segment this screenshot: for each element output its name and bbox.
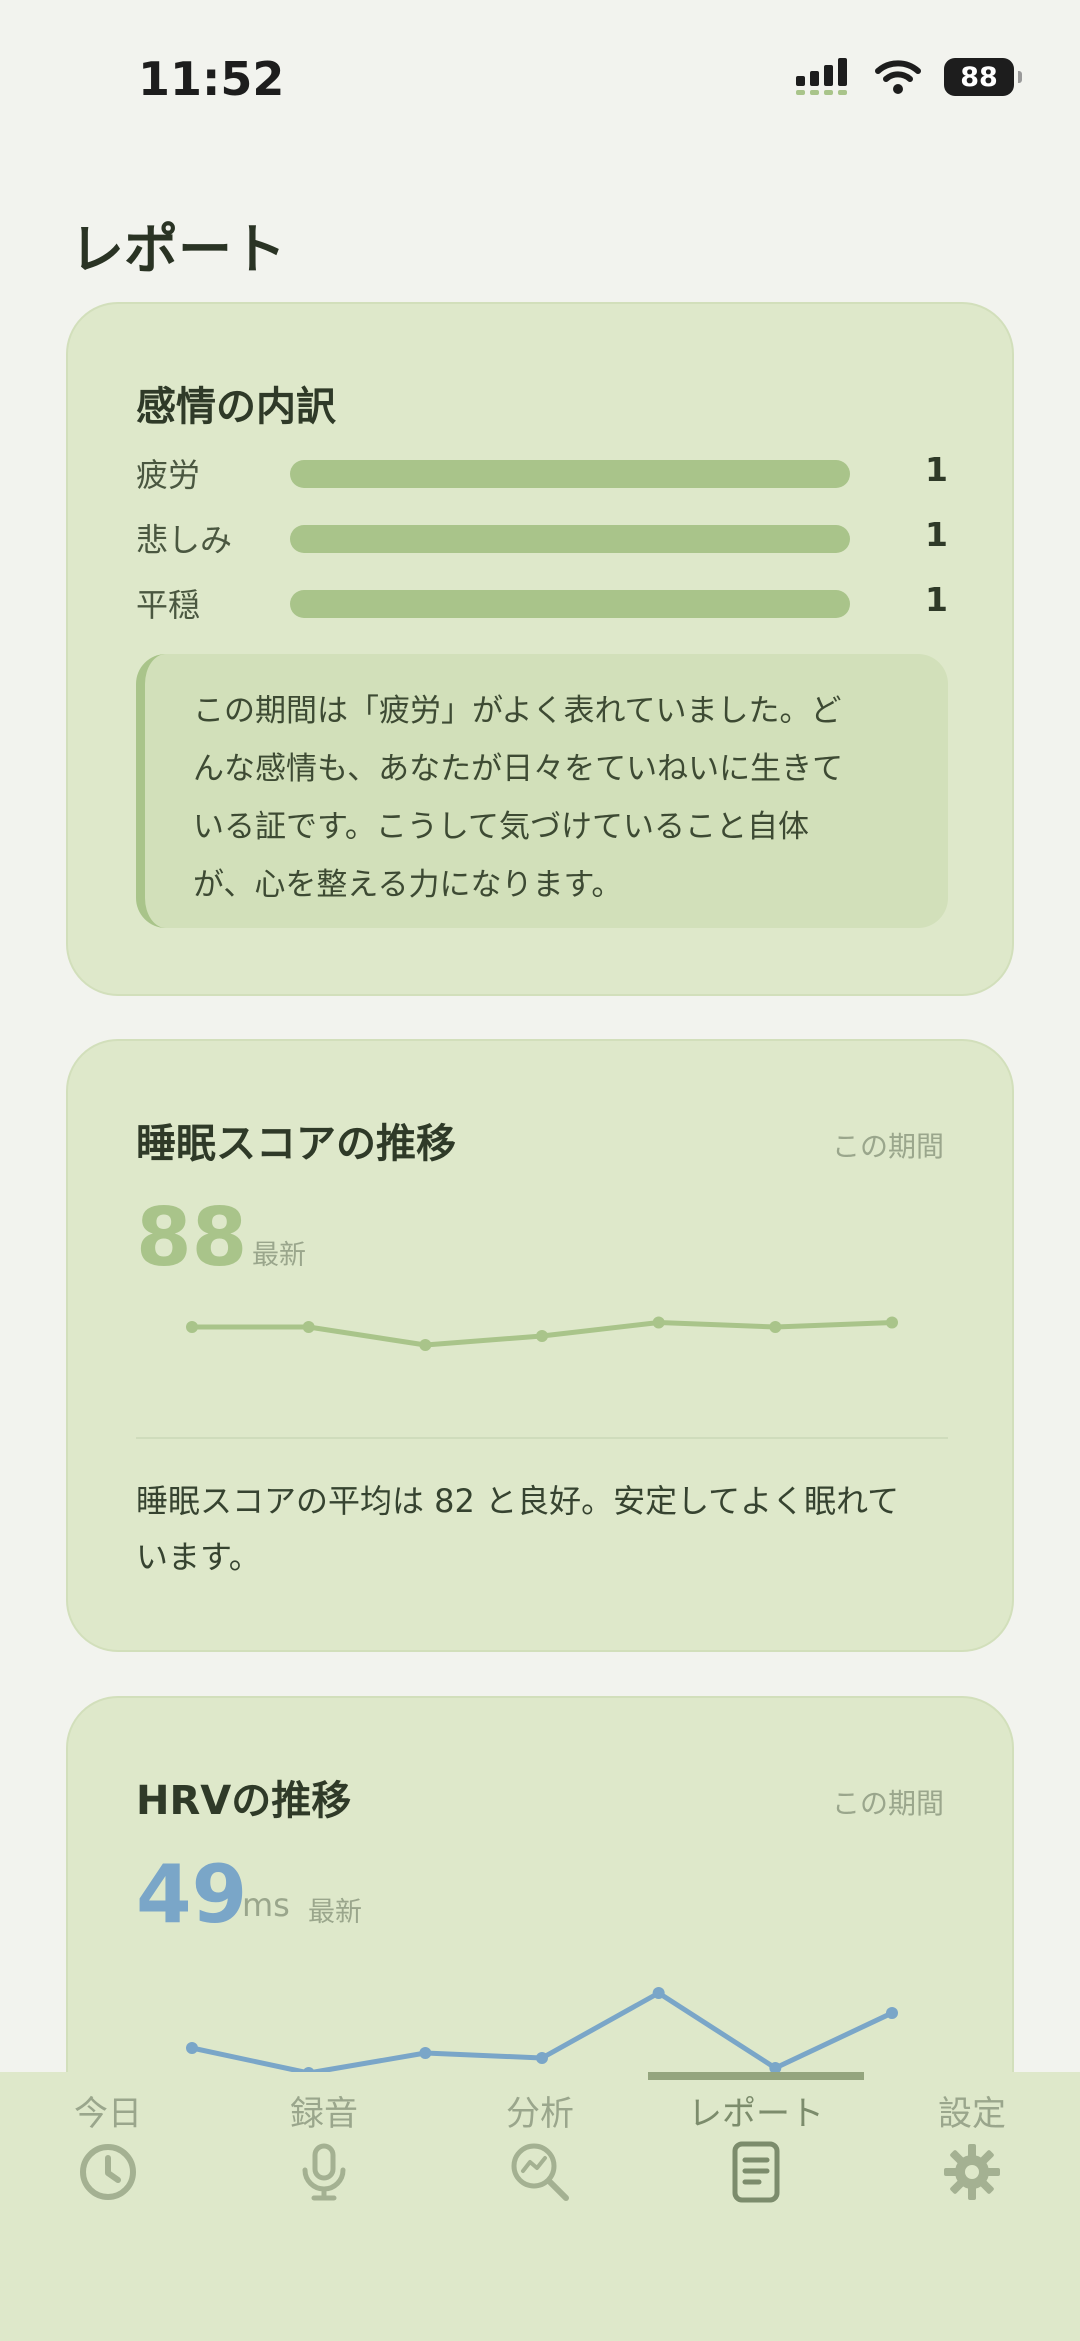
tab-label: 設定 <box>938 2094 1006 2134</box>
tab-label: 録音 <box>290 2094 358 2134</box>
card-title: HRVの推移 <box>136 1778 352 1824</box>
sleep-summary: 睡眠スコアの平均は 82 と良好。安定してよく眠れて います。 <box>136 1473 948 1585</box>
note-line: が、心を整える力になります。 <box>193 867 623 903</box>
data-point <box>886 1316 898 1329</box>
bottom-tab-bar: 今日 録音 分析 レポート 設定 <box>0 2072 1080 2341</box>
page-title: レポート <box>70 218 286 281</box>
battery-indicator: 88 <box>944 58 1022 96</box>
data-point <box>302 1321 315 1333</box>
period-label: この期間 <box>831 1130 944 1163</box>
latest-label: 最新 <box>252 1240 306 1271</box>
note-line: いる証です。こうして気づけていること自体 <box>193 809 809 845</box>
hrv-value: 49 <box>136 1848 248 1941</box>
card-title: 睡眠スコアの推移 <box>136 1121 456 1167</box>
emotion-insight-note: この期間は「疲労」がよく表れていました。ど んな感情も、あなたが日々をていねいに… <box>136 654 948 928</box>
emotion-label: 疲労 <box>136 456 201 494</box>
clock-icon <box>80 2144 136 2200</box>
sleep-score-card: 睡眠スコアの推移 この期間 88 最新 睡眠スコアの平均は 82 と良好。安定し… <box>66 1039 1014 1652</box>
note-line: この期間は「疲労」がよく表れていました。ど <box>193 693 842 729</box>
divider <box>136 1437 948 1439</box>
tab-settings[interactable]: 設定 <box>864 2072 1080 2202</box>
data-point <box>186 2042 198 2054</box>
tab-report[interactable]: レポート <box>648 2072 864 2203</box>
data-point <box>186 1321 198 1333</box>
summary-line: います。 <box>136 1538 261 1576</box>
status-icons: 88 <box>796 58 1022 96</box>
microphone-icon <box>302 2143 346 2201</box>
emotion-count: 1 <box>925 580 948 619</box>
report-document-icon <box>732 2141 780 2203</box>
emotion-bar <box>290 525 850 553</box>
tab-analysis[interactable]: 分析 <box>432 2072 648 2202</box>
data-point <box>652 1316 665 1329</box>
data-point <box>536 2052 548 2064</box>
summary-line: 睡眠スコアの平均は 82 と良好。安定してよく眠れて <box>136 1482 900 1520</box>
tab-label: 分析 <box>506 2094 574 2134</box>
emotion-bar <box>290 460 850 488</box>
tab-today[interactable]: 今日 <box>0 2072 216 2202</box>
data-point <box>886 2007 898 2019</box>
period-label: この期間 <box>831 1787 944 1820</box>
emotion-row: 悲しみ 1 <box>136 515 948 559</box>
report-screen: 11:52 88 レポート 感情の内訳 疲労 1 悲しみ 1 平穏 1 この期間… <box>0 0 1080 2341</box>
note-line: んな感情も、あなたが日々をていねいに生きて <box>193 751 844 787</box>
data-point <box>536 1330 548 1342</box>
data-point <box>652 1987 665 1999</box>
data-point <box>769 1321 782 1333</box>
tab-label: 今日 <box>74 2094 142 2134</box>
data-point <box>419 1339 432 1351</box>
status-time: 11:52 <box>138 52 285 106</box>
emotion-label: 平穏 <box>136 586 201 624</box>
cellular-signal-icon <box>796 58 847 95</box>
sleep-score-chart <box>186 1316 898 1351</box>
emotion-breakdown-card: 感情の内訳 疲労 1 悲しみ 1 平穏 1 この期間は「疲労」がよく表れていまし… <box>66 302 1014 996</box>
emotion-row: 平穏 1 <box>136 580 948 624</box>
emotion-count: 1 <box>925 515 948 554</box>
wifi-icon <box>875 60 921 94</box>
emotion-count: 1 <box>925 450 948 489</box>
sleep-score-value: 88 <box>136 1191 248 1284</box>
gear-icon <box>944 2144 1000 2200</box>
emotion-row: 疲労 1 <box>136 450 948 494</box>
tab-label: レポート <box>688 2094 824 2134</box>
analysis-magnifier-icon <box>511 2143 569 2201</box>
emotion-label: 悲しみ <box>136 521 233 559</box>
latest-label: 最新 <box>308 1897 362 1928</box>
data-point <box>419 2047 432 2059</box>
emotion-bar <box>290 590 850 618</box>
tab-recording[interactable]: 録音 <box>216 2072 432 2202</box>
card-title: 感情の内訳 <box>136 384 336 430</box>
hrv-unit: ms <box>242 1886 290 1924</box>
